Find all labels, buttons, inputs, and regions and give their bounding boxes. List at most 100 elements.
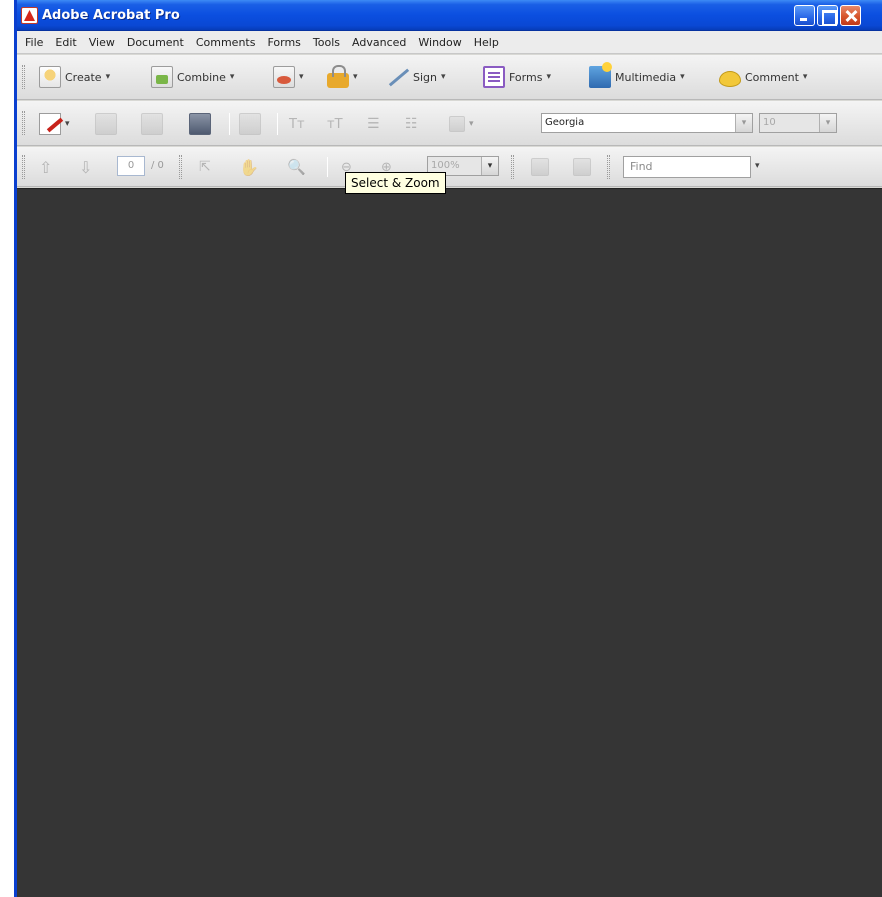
text-color-button[interactable]: ▾ (449, 112, 474, 136)
select-zoom-tooltip: Select & Zoom (345, 172, 446, 194)
toolbar-separator (327, 157, 328, 177)
menu-file[interactable]: File (19, 36, 49, 49)
combine-label: Combine (177, 70, 226, 84)
multimedia-button[interactable]: Multimedia ▾ (589, 62, 685, 89)
create-button[interactable]: Create ▾ (39, 65, 110, 89)
secure-button[interactable]: ▾ (327, 65, 358, 89)
font-family-value: Georgia (545, 117, 585, 128)
menu-bar: File Edit View Document Comments Forms T… (17, 31, 882, 54)
hand-tool-button[interactable]: ✋ (239, 155, 259, 179)
full-screen-button[interactable] (573, 155, 591, 179)
print-icon (239, 113, 261, 135)
edit-pencil-icon (39, 113, 61, 135)
multimedia-icon (589, 62, 612, 88)
toolbar-grip[interactable] (22, 155, 25, 179)
hand-icon: ✋ (239, 157, 259, 177)
pen-icon (385, 66, 409, 88)
fit-page-button[interactable] (531, 155, 549, 179)
bullet-list-button[interactable]: ☷ (405, 112, 418, 136)
multimedia-label: Multimedia (615, 70, 677, 84)
toolbar-grip[interactable] (607, 155, 610, 179)
numbered-list-icon: ☰ (367, 116, 380, 132)
minimize-button[interactable] (794, 5, 815, 26)
zoom-value: 100% (431, 160, 460, 171)
chevron-down-icon: ▾ (65, 119, 70, 129)
snapshot-button[interactable] (189, 112, 211, 136)
lock-icon (327, 65, 349, 88)
menu-tools[interactable]: Tools (307, 36, 346, 49)
chevron-down-icon: ▾ (229, 72, 235, 82)
chevron-down-icon: ▾ (680, 72, 685, 82)
typewriter-button[interactable] (95, 112, 117, 136)
chevron-down-icon: ▾ (546, 72, 551, 82)
chevron-down-icon: ▾ (735, 114, 752, 132)
title-bar[interactable]: Adobe Acrobat Pro (17, 0, 882, 31)
font-size-value: 10 (763, 117, 776, 128)
select-tool-button[interactable]: ⇱ (199, 155, 211, 179)
navigation-toolbar: ⇧ ⇩ 0 / 0 ⇱ ✋ 🔍 ⊖ ⊕ 100% ▾ Find ▾ (17, 147, 882, 187)
acrobat-window: Adobe Acrobat Pro File Edit View Documen… (14, 0, 882, 897)
typewriter-icon (95, 113, 117, 135)
cursor-icon: ⇱ (199, 159, 211, 175)
magnifier-icon: 🔍 (287, 158, 306, 176)
forms-icon (483, 66, 505, 88)
toolbar-grip[interactable] (22, 111, 25, 135)
comment-bubble-icon (719, 71, 741, 87)
toolbar-separator (277, 113, 278, 135)
menu-forms[interactable]: Forms (261, 36, 306, 49)
text-size-button[interactable]: Tт (289, 112, 305, 136)
chevron-down-icon: ▾ (353, 72, 358, 82)
toolbar-grip[interactable] (511, 155, 514, 179)
chevron-down-icon: ▾ (299, 72, 304, 82)
chevron-down-icon: ▾ (441, 72, 446, 82)
share-icon (273, 66, 295, 88)
menu-edit[interactable]: Edit (49, 36, 82, 49)
toolbar-separator (229, 113, 230, 135)
font-size-icon: Tт (289, 116, 305, 132)
menu-comments[interactable]: Comments (190, 36, 262, 49)
forms-label: Forms (509, 70, 543, 84)
tasks-toolbar: Create ▾ Combine ▾ ▾ ▾ Sign ▾ Forms ▾ Mu… (17, 55, 882, 100)
toolbar-grip[interactable] (22, 65, 25, 89)
previous-page-button[interactable]: ⇧ (39, 155, 52, 179)
select-zoom-button[interactable]: 🔍 (287, 155, 306, 179)
sign-label: Sign (413, 70, 437, 84)
toolbar-grip[interactable] (179, 155, 182, 179)
create-pdf-icon (39, 66, 61, 88)
text-style-icon: тT (327, 116, 343, 132)
snapshot-icon (189, 113, 211, 135)
find-input[interactable]: Find (623, 156, 751, 178)
numbered-list-button[interactable]: ☰ (367, 112, 380, 136)
maximize-button[interactable] (817, 5, 838, 26)
text-style-button[interactable]: тT (327, 112, 343, 136)
sign-button[interactable]: Sign ▾ (385, 65, 446, 89)
document-pane[interactable] (17, 188, 882, 897)
find-options-chevron-icon[interactable]: ▾ (755, 161, 760, 171)
combine-button[interactable]: Combine ▾ (151, 65, 234, 89)
full-screen-icon (573, 158, 591, 176)
comment-button[interactable]: Comment ▾ (719, 65, 807, 89)
forms-button[interactable]: Forms ▾ (483, 65, 551, 89)
create-label: Create (65, 70, 102, 84)
menu-document[interactable]: Document (121, 36, 190, 49)
page-number-input[interactable]: 0 (117, 156, 145, 176)
touchup-button[interactable] (141, 112, 163, 136)
fit-page-icon (531, 158, 549, 176)
page-count: / 0 (151, 160, 164, 171)
menu-window[interactable]: Window (412, 36, 467, 49)
next-page-button[interactable]: ⇩ (79, 155, 92, 179)
menu-advanced[interactable]: Advanced (346, 36, 412, 49)
touchup-icon (141, 113, 163, 135)
close-button[interactable] (840, 5, 861, 26)
arrow-up-icon: ⇧ (39, 157, 53, 177)
menu-view[interactable]: View (83, 36, 121, 49)
edit-tool-button[interactable]: ▾ (39, 112, 70, 136)
bullet-list-icon: ☷ (405, 116, 418, 132)
editing-toolbar: ▾ Tт тT ☰ ☷ ▾ Georgia ▾ 10 ▾ (17, 101, 882, 146)
collaborate-button[interactable]: ▾ (273, 65, 304, 89)
print-button[interactable] (239, 112, 261, 136)
menu-help[interactable]: Help (468, 36, 505, 49)
window-title: Adobe Acrobat Pro (42, 8, 180, 23)
font-size-select[interactable]: 10 ▾ (759, 113, 837, 133)
font-family-select[interactable]: Georgia ▾ (541, 113, 753, 133)
